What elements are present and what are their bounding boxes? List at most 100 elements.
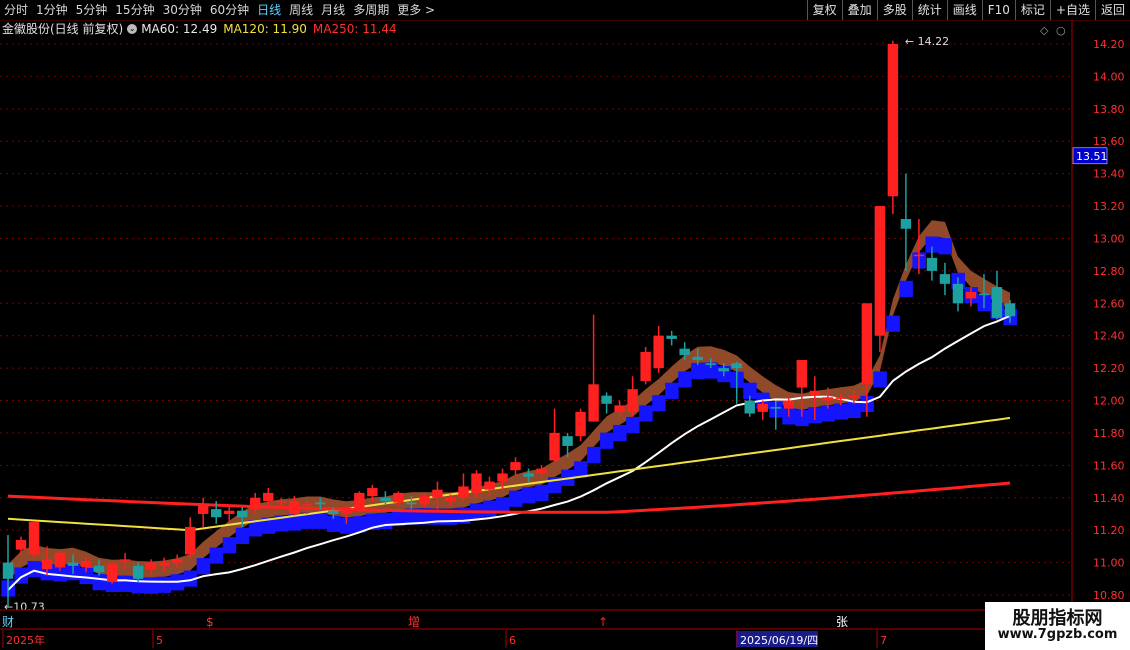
candle-body[interactable] bbox=[510, 462, 521, 471]
candle-body[interactable] bbox=[926, 257, 938, 271]
candle-body[interactable] bbox=[367, 488, 378, 497]
candle-body[interactable] bbox=[237, 510, 248, 518]
candle-body[interactable] bbox=[601, 395, 612, 404]
candle-body[interactable] bbox=[627, 389, 638, 412]
candle-body[interactable] bbox=[445, 497, 456, 502]
candle-body[interactable] bbox=[458, 486, 469, 498]
candle-body[interactable] bbox=[315, 502, 326, 505]
candle-body[interactable] bbox=[757, 403, 768, 412]
candle-body[interactable] bbox=[744, 400, 755, 414]
candle-body[interactable] bbox=[328, 510, 339, 514]
candle-body[interactable] bbox=[484, 481, 495, 490]
tool-button-5[interactable]: F10 bbox=[981, 0, 1015, 20]
tab-period-2[interactable]: 5分钟 bbox=[72, 0, 112, 20]
candle-body[interactable] bbox=[145, 562, 157, 570]
candle-body[interactable] bbox=[106, 564, 118, 583]
candle-body[interactable] bbox=[93, 565, 105, 573]
candle-body[interactable] bbox=[887, 44, 899, 197]
candle-body[interactable] bbox=[913, 254, 925, 257]
candle-body[interactable] bbox=[380, 497, 391, 502]
candle-body[interactable] bbox=[523, 473, 534, 477]
candle-body[interactable] bbox=[718, 368, 729, 372]
candle-body[interactable] bbox=[978, 293, 990, 296]
candle-body[interactable] bbox=[419, 496, 430, 505]
event-marker[interactable]: 财 bbox=[2, 615, 14, 629]
candle-body[interactable] bbox=[158, 562, 170, 566]
tool-button-2[interactable]: 多股 bbox=[876, 0, 912, 20]
candle-body[interactable] bbox=[770, 407, 781, 409]
candle-body[interactable] bbox=[406, 502, 417, 505]
event-marker[interactable]: 张 bbox=[836, 615, 848, 629]
circle-icon[interactable]: ○ bbox=[1056, 24, 1066, 37]
candle-body[interactable] bbox=[588, 384, 599, 422]
candle-body[interactable] bbox=[705, 363, 716, 365]
tab-period-8[interactable]: 月线 bbox=[317, 0, 349, 20]
candle-body[interactable] bbox=[562, 436, 573, 446]
candle-body[interactable] bbox=[692, 356, 703, 361]
tool-button-0[interactable]: 复权 bbox=[806, 0, 842, 20]
candle-body[interactable] bbox=[28, 522, 40, 555]
event-marker[interactable]: 增 bbox=[408, 615, 420, 629]
candle-body[interactable] bbox=[822, 397, 834, 401]
tab-period-7[interactable]: 周线 bbox=[285, 0, 317, 20]
candle-body[interactable] bbox=[41, 559, 53, 570]
candle-body[interactable] bbox=[250, 497, 261, 510]
candle-body[interactable] bbox=[263, 492, 274, 502]
tab-period-1[interactable]: 1分钟 bbox=[32, 0, 72, 20]
tool-button-7[interactable]: +自选 bbox=[1049, 0, 1095, 20]
tool-button-4[interactable]: 画线 bbox=[946, 0, 982, 20]
candle-body[interactable] bbox=[224, 510, 235, 514]
candle-body[interactable] bbox=[302, 504, 313, 506]
tool-button-1[interactable]: 叠加 bbox=[841, 0, 877, 20]
tab-period-5[interactable]: 60分钟 bbox=[206, 0, 253, 20]
candle-body[interactable] bbox=[796, 360, 807, 388]
event-marker[interactable]: ↑ bbox=[598, 615, 608, 629]
diamond-icon[interactable]: ◇ bbox=[1040, 24, 1049, 37]
candle-body[interactable] bbox=[549, 432, 560, 461]
candle-body[interactable] bbox=[731, 363, 742, 369]
tab-period-10[interactable]: 更多 > bbox=[393, 0, 439, 20]
candle-body[interactable] bbox=[276, 501, 287, 503]
kline-chart[interactable]: 14.20 14.00 13.80 13.60 13.40 13.20 13.00 12.80… bbox=[0, 20, 1130, 650]
candle-body[interactable] bbox=[835, 397, 847, 399]
candle-body[interactable] bbox=[861, 303, 873, 385]
candle-body[interactable] bbox=[939, 274, 951, 284]
candle-body[interactable] bbox=[991, 287, 1003, 318]
candle-body[interactable] bbox=[80, 560, 92, 568]
candle-body[interactable] bbox=[211, 509, 222, 518]
tool-button-6[interactable]: 标记 bbox=[1014, 0, 1050, 20]
candle-body[interactable] bbox=[354, 492, 365, 510]
candle-body[interactable] bbox=[54, 552, 66, 568]
candle-body[interactable] bbox=[848, 395, 860, 398]
tab-period-3[interactable]: 15分钟 bbox=[111, 0, 158, 20]
tab-period-0[interactable]: 分时 bbox=[0, 0, 32, 20]
candle-body[interactable] bbox=[783, 400, 794, 409]
event-marker[interactable]: $ bbox=[206, 615, 214, 629]
candle-body[interactable] bbox=[679, 348, 690, 356]
tool-button-3[interactable]: 统计 bbox=[911, 0, 947, 20]
candle-body[interactable] bbox=[536, 468, 547, 474]
tab-period-4[interactable]: 30分钟 bbox=[159, 0, 206, 20]
candle-body[interactable] bbox=[132, 565, 144, 579]
candle-body[interactable] bbox=[341, 507, 352, 514]
candle-body[interactable] bbox=[952, 283, 964, 304]
candle-body[interactable] bbox=[471, 473, 482, 493]
candle-body[interactable] bbox=[874, 206, 886, 336]
candle-body[interactable] bbox=[497, 473, 508, 482]
candle-body[interactable] bbox=[67, 562, 79, 566]
candle-body[interactable] bbox=[666, 335, 677, 339]
candle-body[interactable] bbox=[15, 539, 27, 550]
candle-body[interactable] bbox=[614, 405, 625, 412]
candle-body[interactable] bbox=[640, 351, 651, 382]
candle-body[interactable] bbox=[2, 562, 14, 579]
candle-body[interactable] bbox=[289, 501, 300, 514]
tab-period-6[interactable]: 日线 bbox=[253, 0, 285, 20]
candle-body[interactable] bbox=[184, 526, 196, 555]
candle-body[interactable] bbox=[432, 489, 443, 498]
candle-body[interactable] bbox=[900, 219, 912, 229]
candle-body[interactable] bbox=[965, 291, 977, 299]
tool-button-8[interactable]: 返回 bbox=[1094, 0, 1130, 20]
candle-body[interactable] bbox=[1004, 303, 1016, 317]
candle-body[interactable] bbox=[171, 559, 183, 563]
candle-body[interactable] bbox=[575, 411, 586, 437]
